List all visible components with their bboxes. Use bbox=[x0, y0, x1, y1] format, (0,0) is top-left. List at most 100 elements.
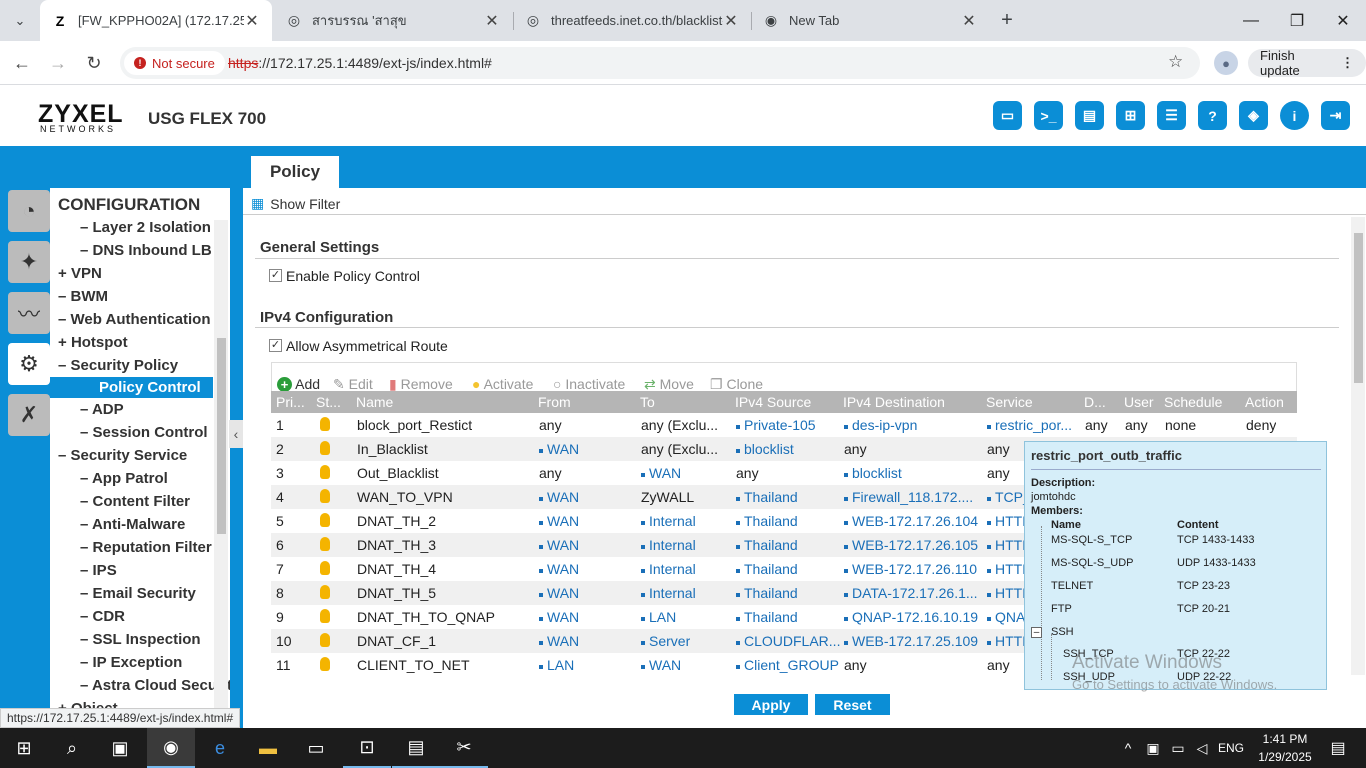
cell-to[interactable]: Internal bbox=[641, 513, 696, 529]
active-bulb-icon[interactable] bbox=[320, 441, 330, 455]
network-map-icon[interactable]: ⊞ bbox=[1116, 101, 1145, 130]
nav-item-web-authentication[interactable]: – Web Authentication bbox=[58, 311, 211, 328]
column-action[interactable]: Action bbox=[1245, 394, 1284, 410]
tab-new-tab[interactable]: ◉ New Tab ✕ bbox=[751, 0, 989, 41]
cell-from[interactable]: LAN bbox=[539, 657, 575, 673]
monitor-icon[interactable]: ▤ bbox=[1075, 101, 1104, 130]
cell-ipv4-source[interactable]: Private-105 bbox=[736, 417, 816, 433]
command-prompt-icon[interactable]: ▭ bbox=[292, 728, 340, 768]
apply-button[interactable]: Apply bbox=[734, 694, 808, 715]
cell-service[interactable]: restric_por... bbox=[987, 417, 1073, 433]
monitor-pulse-icon[interactable]: 〰 bbox=[8, 292, 50, 334]
reload-button[interactable]: ↻ bbox=[80, 49, 108, 77]
cell-ipv4-destination[interactable]: WEB-172.17.26.105 bbox=[844, 537, 979, 553]
clock-date[interactable]: 1/29/2025 bbox=[1252, 750, 1318, 764]
column-ipv4-source[interactable]: IPv4 Source bbox=[735, 394, 811, 410]
active-bulb-icon[interactable] bbox=[320, 609, 330, 623]
search-icon[interactable]: ⌕ bbox=[48, 728, 96, 768]
windows-start-icon[interactable]: ⊞ bbox=[0, 728, 48, 768]
network-tool-icon[interactable]: ⊡ bbox=[343, 728, 391, 768]
bookmark-star-icon[interactable]: ☆ bbox=[1168, 52, 1183, 72]
column-name[interactable]: Name bbox=[356, 394, 393, 410]
nav-item-hotspot[interactable]: + Hotspot bbox=[58, 334, 128, 351]
profile-avatar[interactable]: ● bbox=[1214, 51, 1238, 75]
tray-language[interactable]: ENG bbox=[1214, 728, 1248, 768]
notifications-icon[interactable]: ▤ bbox=[1318, 728, 1358, 768]
clock-time[interactable]: 1:41 PM bbox=[1260, 732, 1310, 746]
back-button[interactable]: ← bbox=[8, 49, 36, 77]
tray-chevron-up-icon[interactable]: ^ bbox=[1116, 728, 1140, 768]
nav-item-cdr[interactable]: – CDR bbox=[80, 608, 125, 625]
cell-ipv4-source[interactable]: Thailand bbox=[736, 561, 798, 577]
cell-ipv4-destination[interactable]: Firewall_118.172.... bbox=[844, 489, 974, 505]
cell-to[interactable]: Internal bbox=[641, 585, 696, 601]
nav-item-ips[interactable]: – IPS bbox=[80, 562, 117, 579]
nav-item-dns-inbound-lb[interactable]: – DNS Inbound LB bbox=[80, 242, 212, 259]
cell-ipv4-destination[interactable]: blocklist bbox=[844, 465, 902, 481]
nav-item-object[interactable]: + Object bbox=[58, 700, 118, 708]
content-scrollbar[interactable] bbox=[1351, 217, 1365, 675]
cell-to[interactable]: LAN bbox=[641, 609, 677, 625]
column-device[interactable]: D... bbox=[1084, 394, 1106, 410]
finish-update-button[interactable]: Finish update ⋮ bbox=[1248, 48, 1366, 78]
nav-item-ip-exception[interactable]: – IP Exception bbox=[80, 654, 182, 671]
cell-ipv4-destination[interactable]: WEB-172.17.26.110 bbox=[844, 561, 978, 577]
nav-item-security-policy[interactable]: – Security Policy bbox=[58, 357, 178, 374]
active-bulb-icon[interactable] bbox=[320, 657, 330, 671]
column-user[interactable]: User bbox=[1124, 394, 1154, 410]
omnibox[interactable]: ! Not secure https://172.17.25.1:4489/ex… bbox=[120, 47, 1200, 79]
cell-from[interactable]: WAN bbox=[539, 441, 580, 457]
cell-ipv4-destination[interactable]: DATA-172.17.26.1... bbox=[844, 585, 978, 601]
nav-item-reputation-filter[interactable]: – Reputation Filter bbox=[80, 539, 212, 556]
active-bulb-icon[interactable] bbox=[320, 465, 330, 479]
active-bulb-icon[interactable] bbox=[320, 633, 330, 647]
nav-item-email-security[interactable]: – Email Security bbox=[80, 585, 196, 602]
cell-from[interactable]: WAN bbox=[539, 489, 580, 505]
cell-ipv4-source[interactable]: blocklist bbox=[736, 441, 794, 457]
column-from[interactable]: From bbox=[538, 394, 571, 410]
notepad-icon[interactable]: ▤ bbox=[392, 728, 440, 768]
active-bulb-icon[interactable] bbox=[320, 585, 330, 599]
cell-ipv4-destination[interactable]: QNAP-172.16.10.19 bbox=[844, 609, 979, 625]
help-icon[interactable]: ? bbox=[1198, 101, 1227, 130]
cell-ipv4-source[interactable]: Thailand bbox=[736, 513, 798, 529]
nav-item-security-service[interactable]: – Security Service bbox=[58, 447, 187, 464]
maintenance-tools-icon[interactable]: ✗ bbox=[8, 394, 50, 436]
file-explorer-icon[interactable]: ▬ bbox=[244, 728, 292, 768]
cell-ipv4-source[interactable]: Thailand bbox=[736, 489, 798, 505]
close-icon[interactable]: ✕ bbox=[484, 11, 500, 31]
cell-from[interactable]: WAN bbox=[539, 561, 580, 577]
cell-ipv4-source[interactable]: CLOUDFLAR... bbox=[736, 633, 841, 649]
tab-policy[interactable]: Policy bbox=[251, 156, 339, 188]
cell-from[interactable]: WAN bbox=[539, 585, 580, 601]
nav-item-content-filter[interactable]: – Content Filter bbox=[80, 493, 190, 510]
collapse-group-icon[interactable]: – bbox=[1031, 627, 1042, 638]
nav-item-anti-malware[interactable]: – Anti-Malware bbox=[80, 516, 185, 533]
show-filter-button[interactable]: ▦ Show Filter bbox=[251, 195, 340, 212]
allow-asymmetrical-route-checkbox[interactable]: ✓ bbox=[269, 339, 282, 352]
add-button[interactable]: + Add bbox=[277, 376, 320, 392]
active-bulb-icon[interactable] bbox=[320, 537, 330, 551]
column-schedule[interactable]: Schedule bbox=[1164, 394, 1222, 410]
active-bulb-icon[interactable] bbox=[320, 513, 330, 527]
quick-setup-icon[interactable]: ✦ bbox=[8, 241, 50, 283]
cell-from[interactable]: WAN bbox=[539, 633, 580, 649]
cell-to[interactable]: Internal bbox=[641, 537, 696, 553]
cell-service[interactable]: QNA bbox=[987, 609, 1026, 625]
chat-icon[interactable]: ☰ bbox=[1157, 101, 1186, 130]
support-icon[interactable]: ◈ bbox=[1239, 101, 1268, 130]
column-to[interactable]: To bbox=[640, 394, 655, 410]
active-bulb-icon[interactable] bbox=[320, 417, 330, 431]
dashboard-icon[interactable]: ◔ bbox=[8, 190, 50, 232]
cell-ipv4-destination[interactable]: WEB-172.17.25.109 bbox=[844, 633, 979, 649]
column-status[interactable]: St... bbox=[316, 394, 341, 410]
restore-button[interactable]: ❐ bbox=[1274, 0, 1320, 41]
nav-scroll-thumb[interactable] bbox=[217, 338, 226, 534]
collapse-nav-button[interactable]: ‹ bbox=[229, 420, 243, 448]
reset-button[interactable]: Reset bbox=[815, 694, 890, 715]
tab-threatfeeds[interactable]: ◎ threatfeeds.inet.co.th/blacklist-i ✕ bbox=[513, 0, 751, 41]
enable-policy-control-checkbox[interactable]: ✓ bbox=[269, 269, 282, 282]
cell-ipv4-source[interactable]: Thailand bbox=[736, 609, 798, 625]
cell-to[interactable]: Internal bbox=[641, 561, 696, 577]
column-service[interactable]: Service bbox=[986, 394, 1033, 410]
